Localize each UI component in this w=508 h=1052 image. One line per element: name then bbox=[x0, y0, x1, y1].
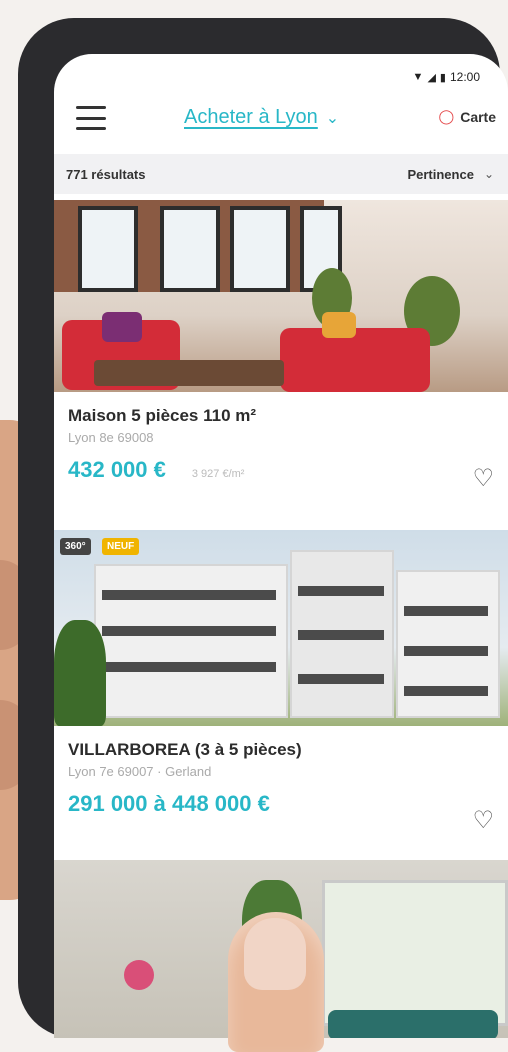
heart-outline-icon[interactable]: ♡ bbox=[472, 464, 494, 493]
status-bar: ▼ ◢ ▮ 12:00 bbox=[413, 68, 480, 86]
listing-card[interactable]: Maison 5 pièces 110 m² Lyon 8e 69008 432… bbox=[54, 200, 508, 520]
phone-screen: ▼ ◢ ▮ 12:00 Acheter à Lyon ⌄ ◯ Carte 771… bbox=[54, 54, 508, 1038]
listing-price: 432 000 € bbox=[68, 457, 166, 482]
page-title: Acheter à Lyon bbox=[184, 106, 318, 128]
listing-title: Maison 5 pièces 110 m² bbox=[68, 406, 257, 425]
phone-frame: ▼ ◢ ▮ 12:00 Acheter à Lyon ⌄ ◯ Carte 771… bbox=[18, 18, 508, 1038]
listing-price: 291 000 à 448 000 € bbox=[68, 791, 270, 816]
thumbnail bbox=[244, 918, 306, 990]
map-pin-icon: ◯ bbox=[438, 108, 455, 124]
listing-price-per-m2: 3 927 €/m² bbox=[191, 468, 245, 480]
listing-photo[interactable] bbox=[54, 200, 508, 392]
map-button[interactable]: ◯ Carte bbox=[439, 108, 496, 125]
map-button-label: Carte bbox=[460, 108, 496, 125]
signal-icon: ◢ bbox=[427, 71, 436, 84]
listing-card[interactable]: 360° NEUF VILLARBOREA (3 à 5 pièces) Lyo… bbox=[54, 530, 508, 860]
app-header: Acheter à Lyon ⌄ ◯ Carte bbox=[54, 92, 508, 148]
results-bar: 771 résultats Pertinence ⌄ bbox=[54, 154, 508, 194]
results-count: 771 résultats bbox=[66, 166, 146, 182]
listing-location: Lyon 8e 69008 bbox=[68, 430, 154, 445]
badge-new: NEUF bbox=[102, 538, 140, 555]
sort-label: Pertinence bbox=[407, 166, 474, 182]
hamburger-icon[interactable] bbox=[76, 106, 106, 130]
listing-photo[interactable]: 360° NEUF bbox=[54, 530, 508, 726]
listing-location: Lyon 7e 69007 · Gerland bbox=[68, 764, 212, 779]
badge-360: 360° bbox=[60, 538, 91, 555]
chevron-down-icon: ⌄ bbox=[325, 109, 340, 127]
status-time: 12:00 bbox=[449, 70, 480, 84]
heart-outline-icon[interactable]: ♡ bbox=[472, 806, 494, 835]
listing-title: VILLARBOREA (3 à 5 pièces) bbox=[68, 740, 302, 759]
chevron-down-icon: ⌄ bbox=[483, 167, 494, 181]
location-selector[interactable]: Acheter à Lyon ⌄ bbox=[184, 106, 339, 129]
wifi-icon: ▼ bbox=[412, 71, 424, 83]
sort-dropdown[interactable]: Pertinence ⌄ bbox=[407, 167, 494, 182]
battery-icon: ▮ bbox=[439, 71, 446, 84]
